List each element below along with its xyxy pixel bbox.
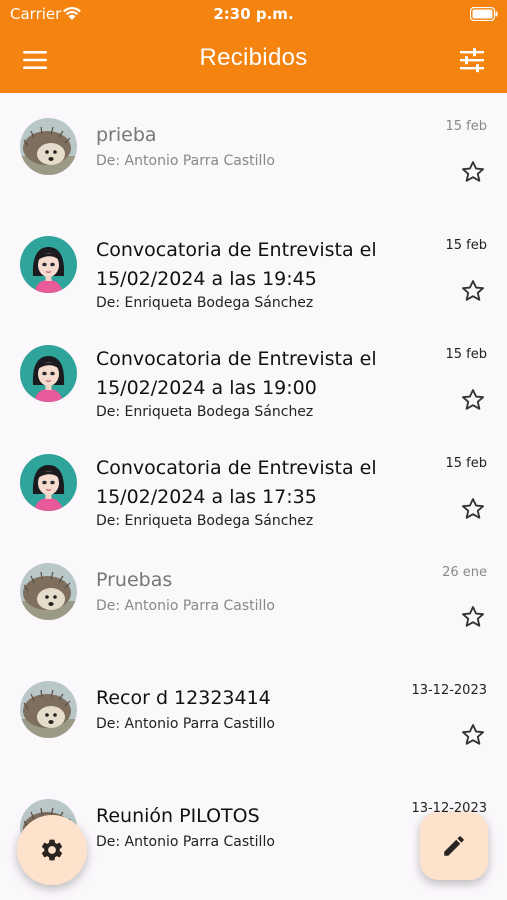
message-sender: De: Enriqueta Bodega Sánchez <box>96 513 314 529</box>
gear-icon <box>41 839 63 861</box>
message-sender: De: Antonio Parra Castillo <box>96 834 275 850</box>
message-sender: De: Antonio Parra Castillo <box>96 153 275 169</box>
star-icon[interactable] <box>460 722 486 748</box>
message-subject-line: Reunión PILOTOS <box>96 805 260 827</box>
message-subject: Convocatoria de Entrevista el 15/02/2024 … <box>96 345 396 403</box>
message-subject: Convocatoria de Entrevista el 15/02/2024 … <box>96 454 396 512</box>
message-sender: De: Antonio Parra Castillo <box>96 598 275 614</box>
pencil-icon <box>444 836 464 856</box>
message-subject-line: 15/02/2024 a las 17:35 <box>96 486 317 508</box>
message-date: 15 feb <box>445 238 487 253</box>
message-subject-line: prieba <box>96 124 157 146</box>
star-icon[interactable] <box>460 387 486 413</box>
star-icon[interactable] <box>460 496 486 522</box>
app-bar: Carrier 2:30 p.m. Recibidos <box>0 0 507 93</box>
woman-avatar <box>20 345 77 402</box>
woman-avatar <box>20 236 77 293</box>
status-bar: Carrier 2:30 p.m. <box>0 0 507 30</box>
compose-button[interactable] <box>420 812 488 880</box>
message-subject-line: 15/02/2024 a las 19:00 <box>96 377 317 399</box>
message-subject: Recor d 12323414 <box>96 684 396 713</box>
clock: 2:30 p.m. <box>213 5 294 23</box>
star-icon[interactable] <box>460 604 486 630</box>
settings-button[interactable] <box>17 815 87 885</box>
woman-avatar <box>20 454 77 511</box>
message-date: 15 feb <box>445 119 487 134</box>
tune-filter-icon[interactable] <box>456 44 488 76</box>
message-sender: De: Enriqueta Bodega Sánchez <box>96 404 314 420</box>
message-subject-line: Convocatoria de Entrevista el <box>96 457 377 479</box>
message-subject-line: 15/02/2024 a las 19:45 <box>96 268 317 290</box>
battery-icon <box>470 7 498 21</box>
message-subject-line: Pruebas <box>96 569 173 591</box>
message-sender: De: Antonio Parra Castillo <box>96 716 275 732</box>
message-date: 26 ene <box>442 565 487 580</box>
message-subject-line: Convocatoria de Entrevista el <box>96 348 377 370</box>
message-date: 13-12-2023 <box>411 683 487 698</box>
message-subject-line: Convocatoria de Entrevista el <box>96 239 377 261</box>
message-subject-line: Recor d 12323414 <box>96 687 271 709</box>
message-list[interactable]: prieba De: Antonio Parra Castillo 15 feb C… <box>0 93 507 900</box>
message-subject: Pruebas <box>96 566 396 595</box>
hedgehog-avatar <box>20 118 77 175</box>
message-subject: Reunión PILOTOS <box>96 802 396 831</box>
message-subject: Convocatoria de Entrevista el 15/02/2024 … <box>96 236 396 294</box>
star-icon[interactable] <box>460 159 486 185</box>
star-icon[interactable] <box>460 278 486 304</box>
hedgehog-avatar <box>20 563 77 620</box>
message-subject: prieba <box>96 121 396 150</box>
message-date: 15 feb <box>445 347 487 362</box>
message-date: 15 feb <box>445 456 487 471</box>
page-title: Recibidos <box>199 44 308 71</box>
message-sender: De: Enriqueta Bodega Sánchez <box>96 295 314 311</box>
hedgehog-avatar <box>20 681 77 738</box>
